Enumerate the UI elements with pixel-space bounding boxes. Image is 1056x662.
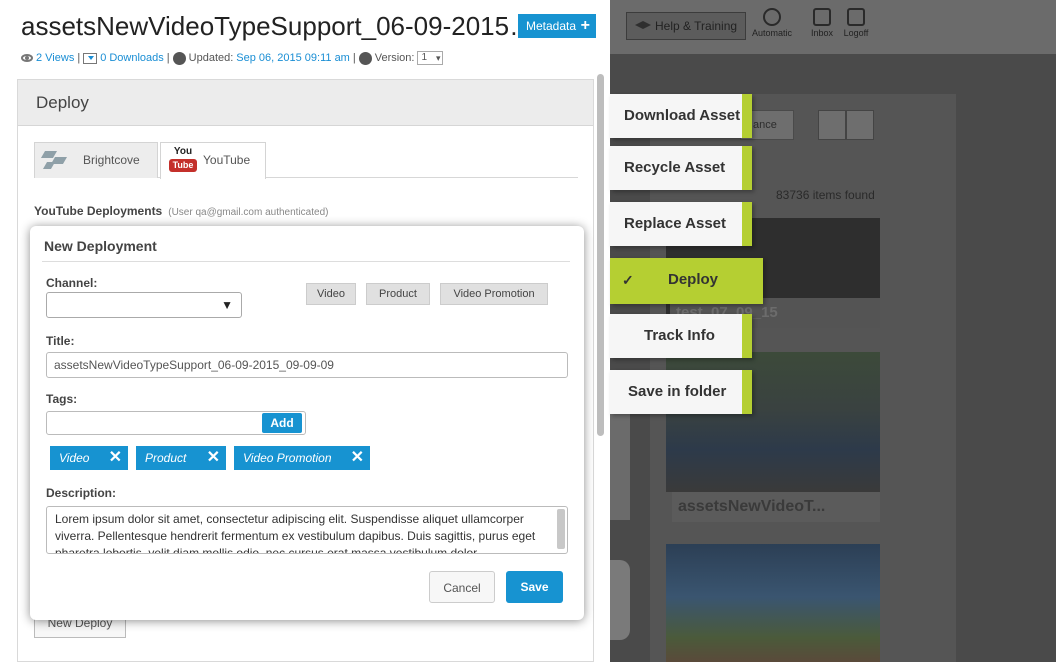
youtube-icon: You Tube: [169, 147, 197, 175]
menu-item-download-asset[interactable]: Download Asset: [610, 94, 752, 138]
youtube-icon-tube: Tube: [169, 159, 197, 172]
remove-tag-icon[interactable]: ✕: [109, 446, 122, 470]
panel-scrollbar[interactable]: [597, 74, 604, 436]
dropdown-arrow-icon: ▼: [221, 298, 233, 312]
tag-label: Product: [145, 451, 187, 465]
remove-tag-icon[interactable]: ✕: [351, 446, 364, 470]
metadata-label: Metadata: [526, 19, 577, 33]
separator: |: [77, 52, 81, 64]
help-training-button[interactable]: Help & Training: [626, 12, 746, 40]
textarea-scrollbar[interactable]: [557, 509, 565, 549]
version-icon: [358, 51, 372, 65]
deploy-panel-title: Deploy: [18, 80, 593, 126]
logoff-icon: [847, 8, 865, 26]
grid-view-icon[interactable]: [818, 110, 846, 140]
dialog-title: New Deployment: [44, 238, 157, 254]
menu-item-label: Save in folder: [628, 383, 727, 400]
tag-video-promotion: Video Promotion ✕: [234, 446, 370, 470]
cancel-button[interactable]: Cancel: [429, 571, 495, 603]
youtube-auth-note: (User qa@gmail.com authenticated): [168, 207, 329, 218]
menu-item-track-info[interactable]: Track Info: [610, 314, 752, 358]
version-select[interactable]: 1: [417, 51, 444, 65]
background-thumbnail-edge-2: [610, 560, 630, 640]
refresh-icon: [763, 8, 781, 26]
channel-label: Channel:: [46, 276, 98, 290]
asset-thumbnail-2-label: assetsNewVideoT...: [672, 492, 880, 522]
menu-item-label: Replace Asset: [624, 215, 726, 232]
tab-brightcove[interactable]: Brightcove: [34, 142, 158, 178]
updated-label: Updated:: [188, 52, 234, 64]
clock-icon: [172, 51, 186, 65]
menu-item-label: Download Asset: [624, 107, 741, 124]
menu-item-save-in-folder[interactable]: Save in folder: [610, 370, 752, 414]
eye-icon: [21, 54, 33, 62]
tag-product: Product ✕: [136, 446, 226, 470]
tab-label: Brightcove: [83, 153, 140, 167]
tag-label: Video: [59, 451, 90, 465]
help-training-label: Help & Training: [655, 19, 738, 33]
menu-item-label: Deploy: [668, 271, 719, 288]
save-button[interactable]: Save: [506, 571, 563, 603]
title-input[interactable]: assetsNewVideoTypeSupport_06-09-2015_09-…: [46, 352, 568, 378]
menu-item-label: Track Info: [644, 327, 715, 344]
youtube-deployments-heading: YouTube Deployments (User qa@gmail.com au…: [34, 204, 328, 218]
plus-icon: +: [580, 17, 590, 34]
logoff-label: Logoff: [843, 28, 869, 38]
channel-select[interactable]: ▼: [46, 292, 242, 318]
tag-video: Video ✕: [50, 446, 128, 470]
items-found-count: 83736 items found: [776, 188, 875, 202]
title-label: Title:: [46, 334, 75, 348]
divider: [42, 261, 570, 262]
automatic-button[interactable]: Automatic: [752, 8, 792, 38]
views-count[interactable]: 2 Views: [36, 52, 74, 64]
channel-chip-video[interactable]: Video: [306, 283, 356, 305]
checkmark-icon: ✓: [622, 272, 634, 288]
downloads-count[interactable]: 0 Downloads: [100, 52, 164, 64]
youtube-deployments-label: YouTube Deployments: [34, 204, 163, 218]
tab-label: YouTube: [203, 153, 251, 167]
channel-chip-product[interactable]: Product: [366, 283, 430, 305]
youtube-icon-text: You: [173, 146, 193, 157]
separator: |: [352, 52, 356, 64]
inbox-icon: [813, 8, 831, 26]
menu-item-replace-asset[interactable]: Replace Asset: [610, 202, 752, 246]
tab-youtube[interactable]: You Tube YouTube: [160, 142, 266, 179]
metadata-button[interactable]: Metadata +: [518, 14, 596, 38]
channel-chip-video-promotion[interactable]: Video Promotion: [440, 283, 548, 305]
menu-item-label: Recycle Asset: [624, 159, 726, 176]
tag-label: Video Promotion: [243, 451, 332, 465]
tags-label: Tags:: [46, 392, 78, 406]
asset-title: assetsNewVideoTypeSupport_06-09-2015…: [21, 11, 536, 41]
inbox-label: Inbox: [810, 28, 834, 38]
graduation-cap-icon: [635, 21, 651, 29]
asset-meta-line: 2 Views | 0 Downloads | Updated: Sep 06,…: [21, 51, 444, 65]
separator: |: [166, 52, 170, 64]
add-tag-button[interactable]: Add: [262, 413, 302, 433]
menu-item-recycle-asset[interactable]: Recycle Asset: [610, 146, 752, 190]
description-text: Lorem ipsum dolor sit amet, consectetur …: [55, 512, 536, 554]
automatic-label: Automatic: [752, 28, 793, 38]
asset-header: assetsNewVideoTypeSupport_06-09-2015… Me…: [0, 0, 610, 74]
deploy-tabs: Brightcove You Tube YouTube: [34, 142, 578, 179]
download-icon: [83, 52, 98, 64]
logoff-button[interactable]: Logoff: [836, 8, 876, 38]
updated-value: Sep 06, 2015 09:11 am: [236, 52, 350, 64]
brightcove-icon: [40, 151, 71, 169]
asset-thumbnail-3[interactable]: [666, 544, 880, 662]
menu-item-deploy[interactable]: ✓ Deploy: [610, 258, 763, 304]
description-textarea[interactable]: Lorem ipsum dolor sit amet, consectetur …: [46, 506, 568, 554]
description-label: Description:: [46, 486, 117, 500]
remove-tag-icon[interactable]: ✕: [207, 446, 220, 470]
list-view-icon[interactable]: [846, 110, 874, 140]
new-deployment-dialog: New Deployment Channel: ▼ Video Product …: [30, 226, 584, 620]
version-label: Version:: [374, 52, 415, 64]
